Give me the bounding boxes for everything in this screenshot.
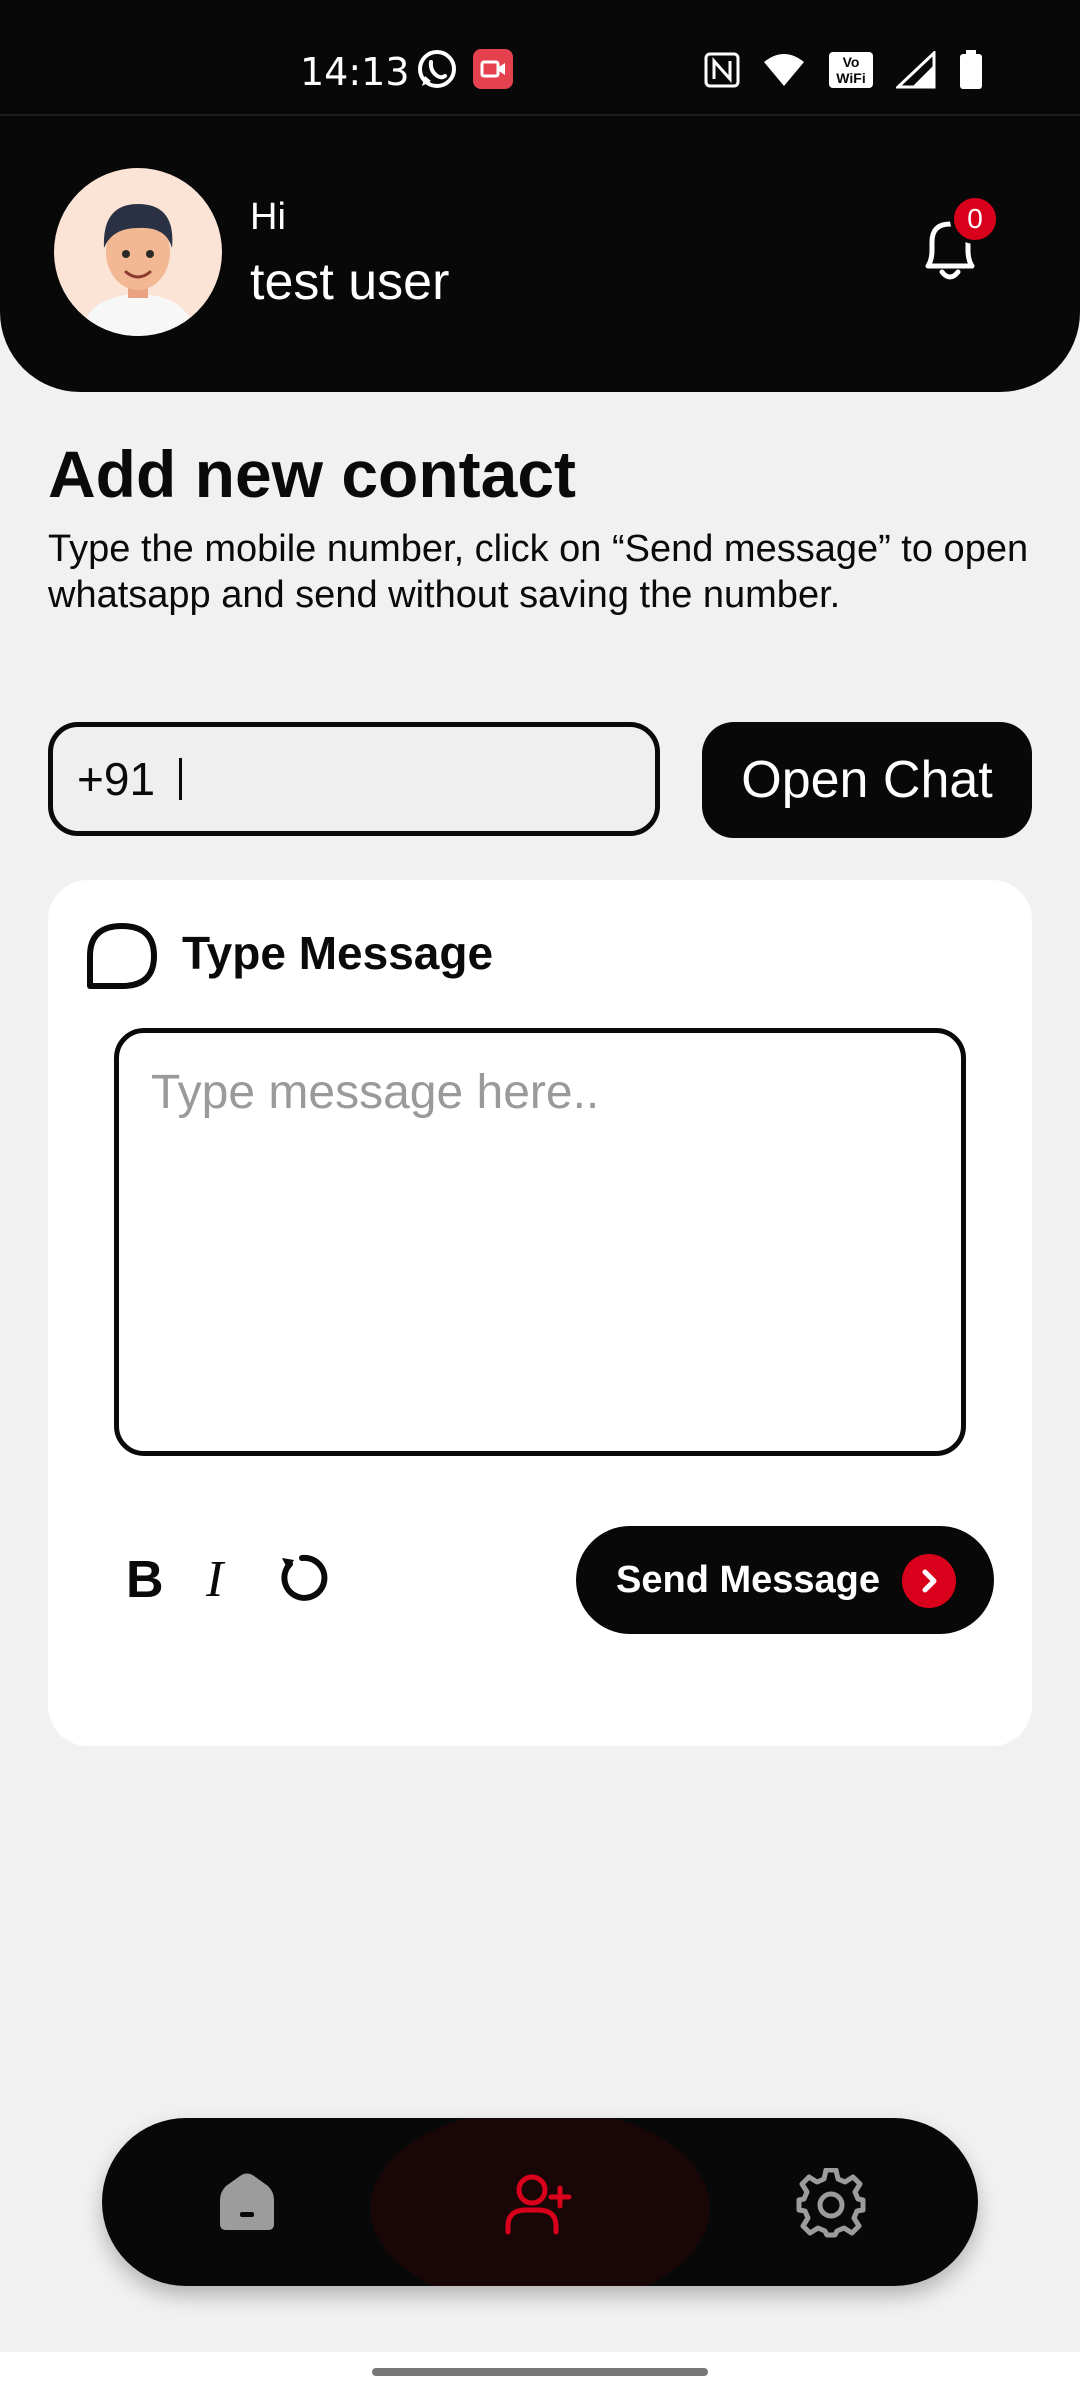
username: test user	[250, 253, 450, 311]
message-input[interactable]: Type message here..	[114, 1028, 966, 1456]
vowifi-bottom-text: WiFi	[836, 70, 865, 86]
status-time: 14:13	[300, 50, 410, 94]
refresh-icon[interactable]	[274, 1550, 330, 1606]
vowifi-top-text: Vo	[843, 54, 860, 70]
battery-icon	[960, 50, 982, 89]
chevron-right-icon	[902, 1554, 956, 1608]
card-title: Type Message	[182, 927, 494, 979]
notification-badge: 0	[950, 194, 1000, 244]
settings-icon[interactable]	[796, 2168, 866, 2238]
status-icons-right: Vo WiFi	[704, 50, 984, 90]
open-chat-button[interactable]: Open Chat	[702, 722, 1032, 838]
page-title: Add new contact	[48, 437, 577, 511]
page-subtitle: Type the mobile number, click on “Send m…	[48, 528, 1029, 616]
add-contact-icon[interactable]	[502, 2168, 572, 2238]
user-avatar-image	[82, 204, 194, 336]
whatsapp-icon	[418, 50, 456, 88]
phone-number-field[interactable]: +91	[48, 722, 660, 836]
greeting-text: Hi	[250, 196, 286, 238]
screen-record-icon	[473, 49, 513, 89]
send-message-button[interactable]: Send Message	[576, 1526, 994, 1634]
chat-bubble-icon	[87, 923, 157, 989]
signal-icon	[896, 51, 936, 89]
country-code: +91	[77, 753, 156, 805]
text-caret	[179, 758, 183, 800]
nfc-icon	[704, 52, 740, 88]
send-message-label: Send Message	[616, 1558, 880, 1601]
avatar[interactable]	[54, 168, 222, 336]
status-bar: 14:13 Vo WiFi	[0, 0, 1080, 114]
status-icons-left	[416, 48, 514, 90]
app-header: Hi test user 0	[0, 114, 1080, 392]
gesture-handle[interactable]	[372, 2368, 708, 2376]
bold-button[interactable]: B	[126, 1550, 164, 1610]
message-placeholder: Type message here..	[151, 1066, 600, 1119]
home-icon[interactable]	[212, 2168, 282, 2238]
gesture-area	[0, 2352, 1080, 2400]
message-card: Type Message Type message here.. B I Sen…	[48, 880, 1032, 1746]
wifi-icon	[764, 54, 804, 86]
bottom-nav	[102, 2118, 978, 2286]
vowifi-icon: Vo WiFi	[829, 52, 873, 88]
italic-button[interactable]: I	[206, 1550, 223, 1609]
